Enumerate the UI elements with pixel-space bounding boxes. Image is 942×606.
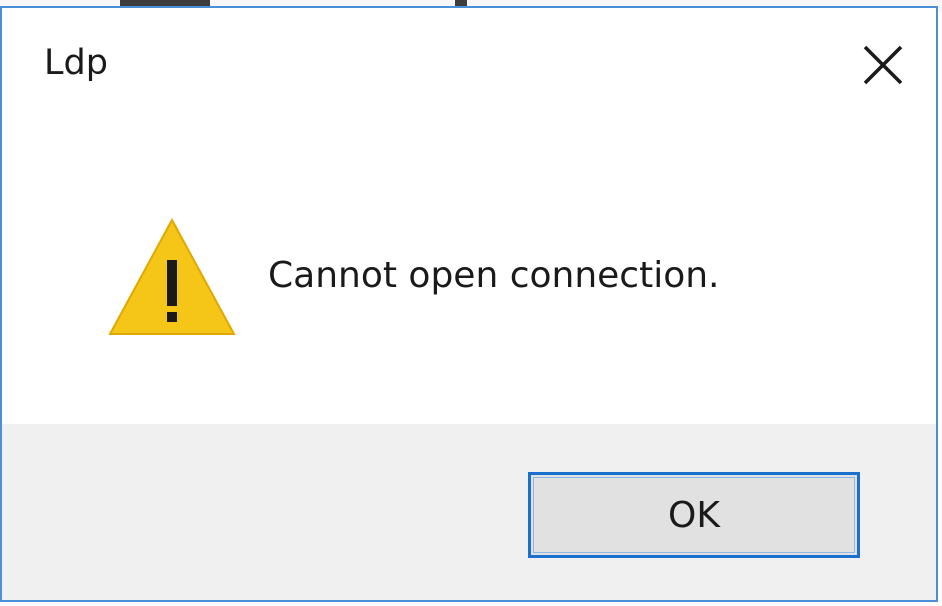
dialog-message: Cannot open connection. [268, 255, 720, 296]
dialog-titlebar[interactable]: Ldp [2, 8, 936, 122]
dialog-title: Ldp [44, 43, 108, 83]
warning-icon [108, 217, 236, 336]
dialog-footer: OK [2, 424, 936, 600]
close-icon [863, 45, 903, 85]
ok-button[interactable]: OK [528, 472, 860, 558]
close-button[interactable] [858, 40, 908, 90]
dialog-content: Cannot open connection. [2, 122, 936, 430]
message-dialog: Ldp Cannot open connection. OK [0, 6, 938, 602]
